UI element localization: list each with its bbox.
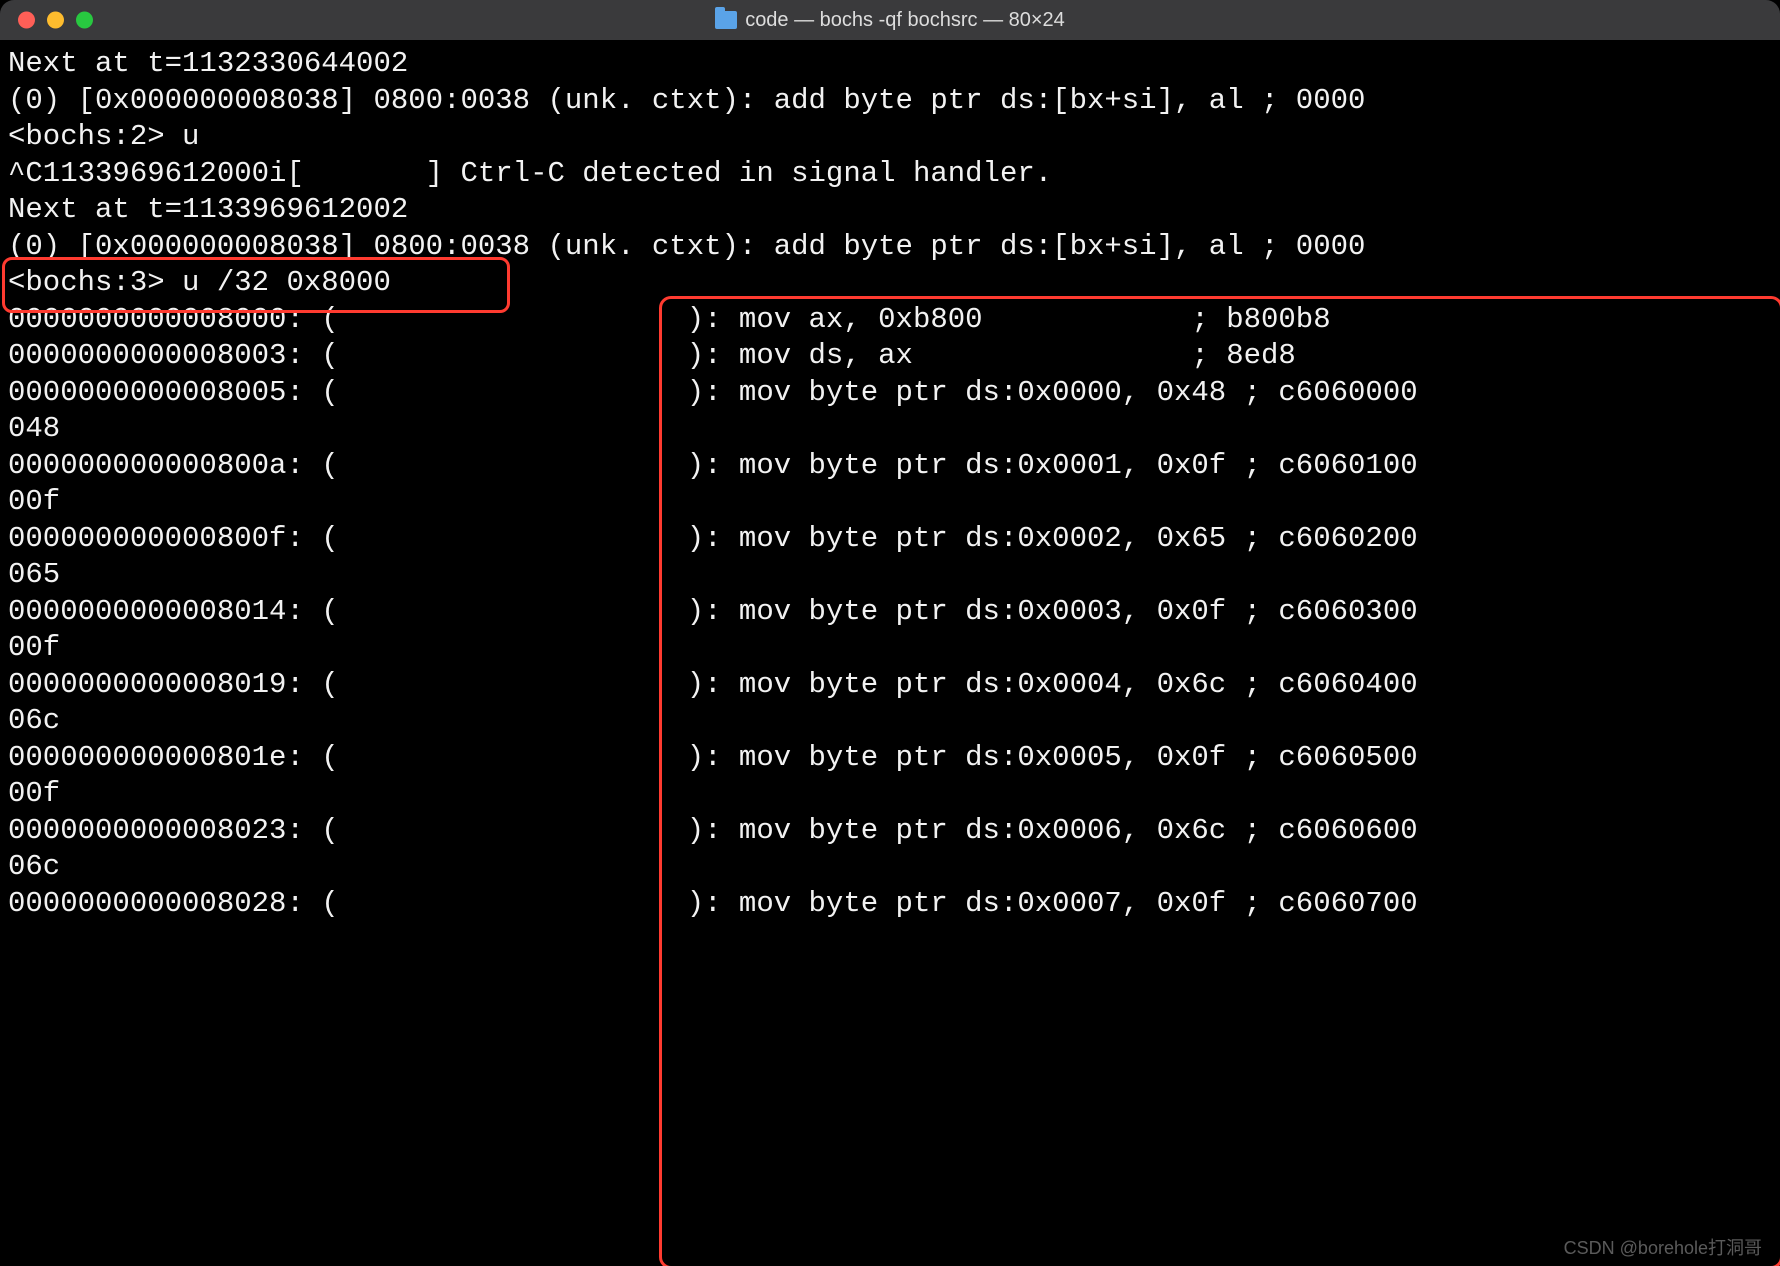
terminal-window: code — bochs -qf bochsrc — 80×24 Next at… xyxy=(0,0,1780,1266)
window-title: code — bochs -qf bochsrc — 80×24 xyxy=(715,9,1065,32)
titlebar: code — bochs -qf bochsrc — 80×24 xyxy=(0,0,1780,40)
minimize-icon[interactable] xyxy=(47,12,64,29)
terminal-output[interactable]: Next at t=1132330644002 (0) [0x000000008… xyxy=(0,40,1780,1266)
zoom-icon[interactable] xyxy=(76,12,93,29)
folder-icon xyxy=(715,11,737,29)
window-controls xyxy=(18,12,93,29)
close-icon[interactable] xyxy=(18,12,35,29)
window-title-text: code — bochs -qf bochsrc — 80×24 xyxy=(745,9,1065,32)
watermark-text: CSDN @borehole打洞哥 xyxy=(1564,1234,1762,1260)
